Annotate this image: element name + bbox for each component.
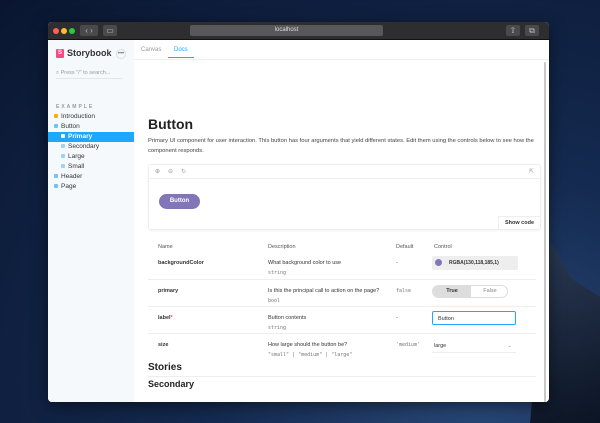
item-label: Secondary — [68, 143, 100, 150]
sidebar-item-header[interactable]: Header — [48, 172, 134, 182]
section-label: EXAMPLE — [56, 104, 95, 110]
arg-type: string — [268, 325, 287, 331]
storybook-logo[interactable]: S Storybook — [56, 48, 112, 58]
arg-name: backgroundColor — [158, 260, 204, 266]
sidebar: S Storybook ••• ⌕ Press "/" to search... … — [48, 40, 134, 402]
header-description: Description — [268, 244, 296, 250]
search-placeholder: Press "/" to search... — [60, 70, 111, 76]
preview-button[interactable]: Button — [159, 194, 200, 209]
arg-name: primary — [158, 288, 179, 294]
arg-default: - — [396, 260, 398, 266]
docs-panel: Canvas Docs Button Primary UI component … — [134, 40, 549, 402]
header-default: Default — [396, 244, 414, 250]
back-forward-icon[interactable]: ‹ › — [80, 25, 98, 36]
label-input[interactable]: Button — [432, 311, 516, 325]
arg-default: - — [396, 315, 398, 321]
stories-heading: Stories — [148, 362, 182, 373]
story-icon — [61, 164, 65, 168]
color-value: RGBA(130,118,185,1) — [449, 260, 499, 266]
table-row: size How large should the button be? "sm… — [148, 334, 536, 364]
close-button[interactable] — [53, 28, 59, 34]
sidebar-item-small[interactable]: Small — [48, 162, 134, 172]
brand-name: Storybook — [67, 48, 112, 58]
boolean-toggle: True False — [432, 285, 508, 298]
size-select[interactable]: large ⌄ — [432, 340, 516, 353]
browser-window: ‹ › ▭ localhost ⇧ ⧉ S Storybook ••• ⌕ Pre… — [48, 22, 549, 402]
minimize-button[interactable] — [61, 28, 67, 34]
item-label: Introduction — [61, 113, 95, 120]
sidebar-item-introduction[interactable]: Introduction — [48, 112, 134, 122]
story-icon — [61, 144, 65, 148]
arg-description: What background color to use — [268, 260, 342, 266]
story-title: Secondary — [148, 379, 195, 389]
arg-description: How large should the button be? — [268, 342, 348, 348]
storybook-icon: S — [56, 48, 64, 58]
component-icon — [54, 184, 58, 188]
page-title: Button — [148, 116, 194, 132]
arg-default: false — [396, 288, 412, 294]
tabs-icon[interactable]: ⧉ — [525, 25, 539, 36]
open-new-icon[interactable]: ⇱ — [529, 168, 534, 175]
toggle-false[interactable]: False — [471, 286, 507, 297]
story-icon — [61, 134, 65, 138]
zoom-out-icon[interactable]: ⊖ — [168, 168, 173, 175]
item-label: Small — [68, 163, 85, 170]
component-icon — [54, 174, 58, 178]
table-row: label* Button contents string - Button — [148, 307, 536, 334]
menu-button[interactable]: ••• — [116, 49, 126, 59]
tab-bar: Canvas Docs — [134, 40, 549, 60]
search-input[interactable]: ⌕ Press "/" to search... — [56, 68, 122, 79]
sidebar-item-secondary[interactable]: Secondary — [48, 142, 134, 152]
address-bar[interactable]: localhost — [190, 25, 383, 36]
item-label: Primary — [68, 133, 93, 140]
title-bar: ‹ › ▭ localhost ⇧ ⧉ — [48, 22, 549, 40]
sidebar-item-button[interactable]: Button — [48, 122, 134, 132]
arg-type: string — [268, 270, 287, 276]
share-icon[interactable]: ⇧ — [506, 25, 520, 36]
item-label: Large — [68, 153, 85, 160]
toggle-true[interactable]: True — [433, 286, 471, 297]
arg-description: Button contents — [268, 315, 307, 321]
item-label: Page — [61, 183, 77, 190]
tab-canvas[interactable]: Canvas — [141, 47, 161, 53]
header-control: Control — [434, 244, 452, 250]
maximize-button[interactable] — [69, 28, 75, 34]
sidebar-toggle-icon[interactable]: ▭ — [103, 25, 117, 36]
sidebar-item-large[interactable]: Large — [48, 152, 134, 162]
chevron-down-icon: ⌄ — [507, 343, 512, 349]
arg-name-text: label — [158, 315, 171, 321]
scrollbar[interactable] — [544, 62, 546, 402]
header-name: Name — [158, 244, 173, 250]
doc-icon — [54, 114, 58, 118]
arg-default: 'medium' — [396, 342, 421, 348]
preview-toolbar: ⊕ ⊖ ↻ ⇱ — [149, 165, 540, 179]
item-label: Header — [61, 173, 83, 180]
arg-type: bool — [268, 298, 281, 304]
sidebar-item-primary[interactable]: Primary — [48, 132, 134, 142]
table-row: backgroundColor What background color to… — [148, 252, 536, 280]
color-swatch[interactable] — [435, 259, 442, 266]
required-marker: * — [170, 315, 173, 321]
arg-type: "small" | "medium" | "large" — [268, 352, 353, 358]
size-value: large — [434, 343, 447, 349]
arg-name: size — [158, 342, 169, 348]
page-description: Primary UI component for user interactio… — [148, 138, 534, 154]
reset-zoom-icon[interactable]: ↻ — [181, 168, 186, 175]
item-label: Button — [61, 123, 80, 130]
zoom-in-icon[interactable]: ⊕ — [155, 168, 160, 175]
show-code-button[interactable]: Show code — [497, 216, 540, 229]
tab-docs[interactable]: Docs — [168, 47, 194, 58]
preview-canvas: ⊕ ⊖ ↻ ⇱ Button Show code — [148, 164, 541, 230]
story-icon — [61, 154, 65, 158]
arg-description: Is this the principal call to action on … — [268, 288, 380, 294]
table-row: primary Is this the principal call to ac… — [148, 280, 536, 307]
sidebar-item-page[interactable]: Page — [48, 182, 134, 192]
component-icon — [54, 124, 58, 128]
color-picker[interactable]: RGBA(130,118,185,1) — [432, 256, 518, 270]
divider — [148, 376, 536, 377]
arg-name: label* — [158, 315, 173, 321]
